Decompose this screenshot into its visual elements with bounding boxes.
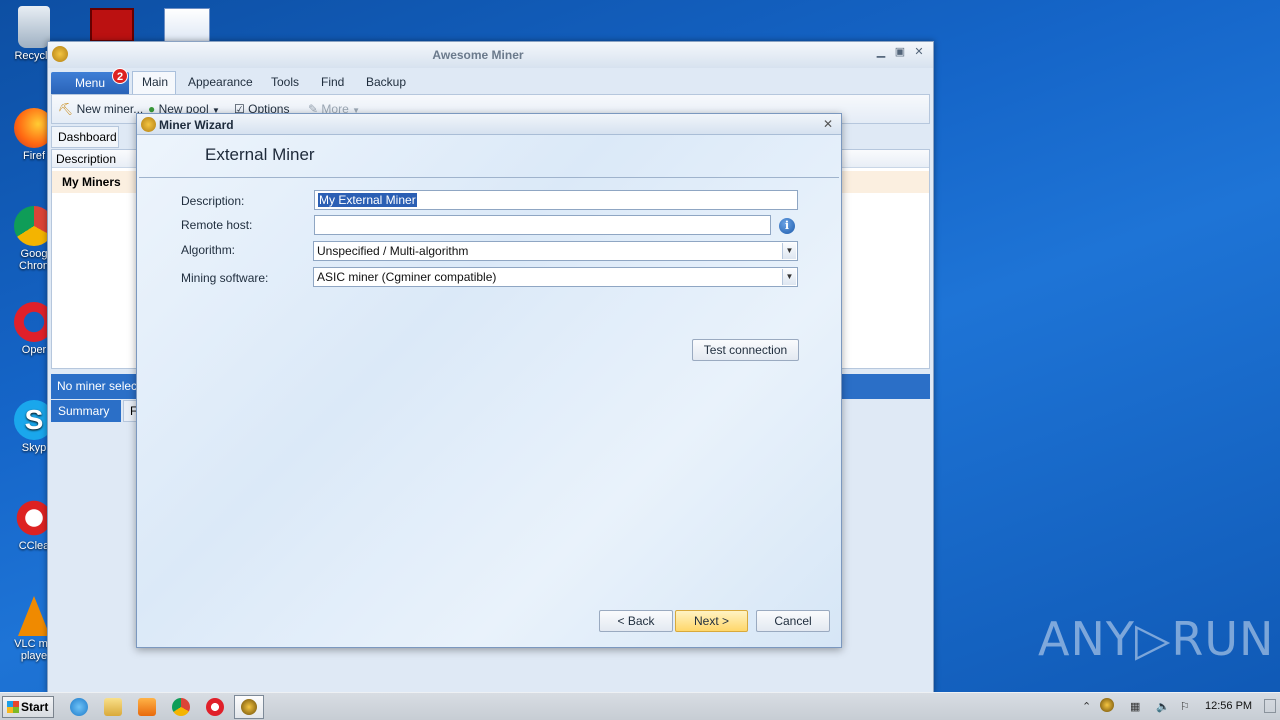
tab-find[interactable]: Find	[321, 75, 344, 89]
start-label: Start	[21, 700, 49, 714]
show-hidden-icons-button[interactable]: ⌃	[1082, 700, 1091, 713]
wizard-title: Miner Wizard	[159, 118, 234, 132]
back-button[interactable]: < Back	[599, 610, 673, 632]
windows-logo-icon	[7, 701, 19, 713]
mining-software-label: Mining software:	[181, 271, 269, 285]
tab-summary[interactable]: Summary	[51, 400, 121, 422]
notification-badge: 2	[112, 68, 128, 84]
tab-main[interactable]: Main	[142, 75, 168, 89]
file-explorer-icon[interactable]	[104, 698, 122, 716]
test-connection-button[interactable]: Test connection	[692, 339, 799, 361]
maximize-button[interactable]: ▣	[893, 46, 907, 58]
volume-icon[interactable]: 🔈	[1156, 700, 1170, 713]
mining-software-value: ASIC miner (Cgminer compatible)	[317, 270, 497, 284]
minimize-button[interactable]: ▁	[874, 46, 888, 58]
tab-tools[interactable]: Tools	[271, 75, 299, 89]
app-logo-icon	[241, 699, 257, 715]
description-label: Description:	[181, 194, 245, 208]
word-document-icon[interactable]	[164, 8, 210, 42]
algorithm-select[interactable]: Unspecified / Multi-algorithm ▼	[313, 241, 798, 261]
info-icon[interactable]: i	[779, 218, 795, 234]
algorithm-label: Algorithm:	[181, 243, 236, 257]
wizard-title-bar[interactable]: Miner Wizard ✕	[137, 114, 841, 135]
chevron-down-icon[interactable]: ▼	[782, 243, 796, 259]
tab-appearance[interactable]: Appearance	[188, 75, 253, 89]
description-field[interactable]: My External Miner	[314, 190, 798, 210]
chevron-down-icon[interactable]: ▼	[782, 269, 796, 285]
remote-host-label: Remote host:	[181, 218, 253, 232]
internet-explorer-icon[interactable]	[70, 698, 88, 716]
pdf-icon[interactable]	[90, 8, 134, 42]
app-logo-icon	[141, 117, 156, 132]
wizard-heading: External Miner	[205, 145, 315, 164]
divider	[139, 177, 839, 178]
window-title: Awesome Miner	[432, 48, 524, 62]
clock[interactable]: 12:56 PM	[1205, 700, 1252, 712]
algorithm-value: Unspecified / Multi-algorithm	[317, 244, 469, 258]
tab-dashboard[interactable]: Dashboard	[51, 126, 119, 148]
vlc-icon	[18, 596, 50, 636]
taskbar: Start ⌃ ▦ 🔈 ⚐ 12:56 PM	[0, 692, 1280, 720]
remote-host-field[interactable]	[314, 215, 771, 235]
awesome-miner-taskbar-button[interactable]	[234, 695, 264, 719]
new-miner-button[interactable]: ⛏ New miner...	[58, 102, 143, 116]
tab-backup[interactable]: Backup	[366, 75, 406, 89]
chrome-taskbar-icon[interactable]	[172, 698, 190, 716]
ribbon-tabs: Menu 2 Main Appearance Tools Find Backup	[48, 68, 933, 95]
mining-software-select[interactable]: ASIC miner (Cgminer compatible) ▼	[313, 267, 798, 287]
start-button[interactable]: Start	[2, 696, 54, 718]
anyrun-watermark: ANY▷RUN	[1038, 612, 1275, 666]
opera-taskbar-icon[interactable]	[206, 698, 224, 716]
show-desktop-button[interactable]	[1264, 699, 1276, 713]
description-value: My External Miner	[318, 193, 417, 207]
miner-wizard-dialog: Miner Wizard ✕ External Miner Descriptio…	[136, 113, 842, 648]
miner-tray-icon[interactable]	[1100, 698, 1114, 712]
next-button[interactable]: Next >	[675, 610, 748, 632]
recycle-bin-icon	[18, 6, 50, 48]
cancel-button[interactable]: Cancel	[756, 610, 830, 632]
network-icon[interactable]: ▦	[1130, 700, 1140, 713]
close-button[interactable]: ✕	[912, 46, 926, 58]
flag-icon[interactable]: ⚐	[1180, 700, 1190, 713]
title-bar[interactable]: Awesome Miner ▁ ▣ ✕	[48, 42, 933, 68]
pickaxe-icon: ⛏	[58, 102, 74, 116]
new-miner-label: New miner...	[76, 102, 144, 116]
close-icon[interactable]: ✕	[823, 117, 833, 131]
media-player-icon[interactable]	[138, 698, 156, 716]
